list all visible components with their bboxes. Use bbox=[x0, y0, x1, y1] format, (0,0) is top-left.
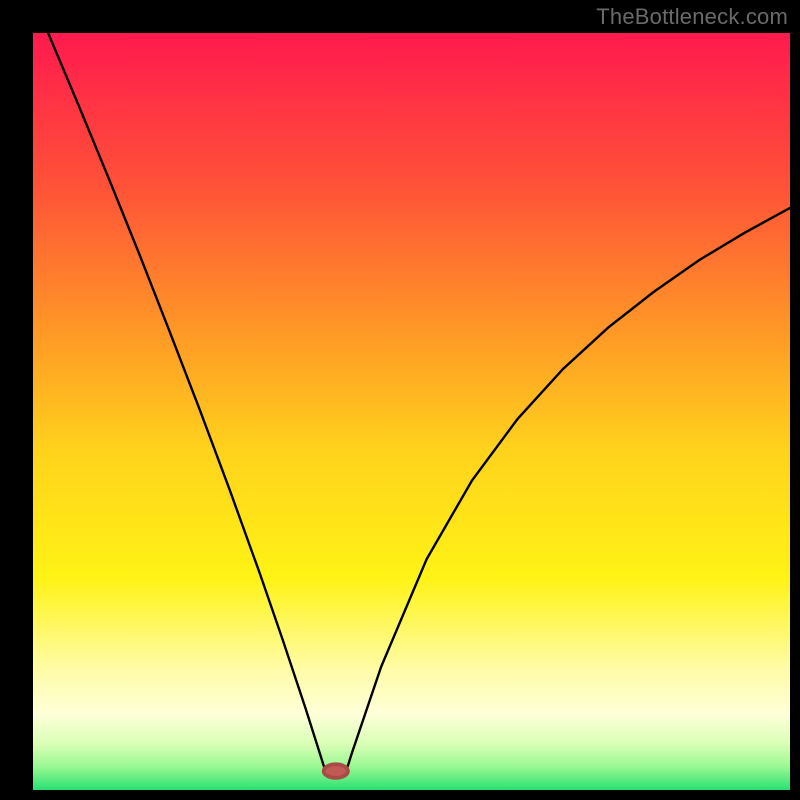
plot-area bbox=[33, 33, 790, 790]
gradient-background bbox=[33, 33, 790, 790]
chart-frame: TheBottleneck.com bbox=[0, 0, 800, 800]
watermark-text: TheBottleneck.com bbox=[596, 4, 788, 30]
plot-svg bbox=[33, 33, 790, 790]
optimal-point-marker bbox=[324, 764, 348, 778]
